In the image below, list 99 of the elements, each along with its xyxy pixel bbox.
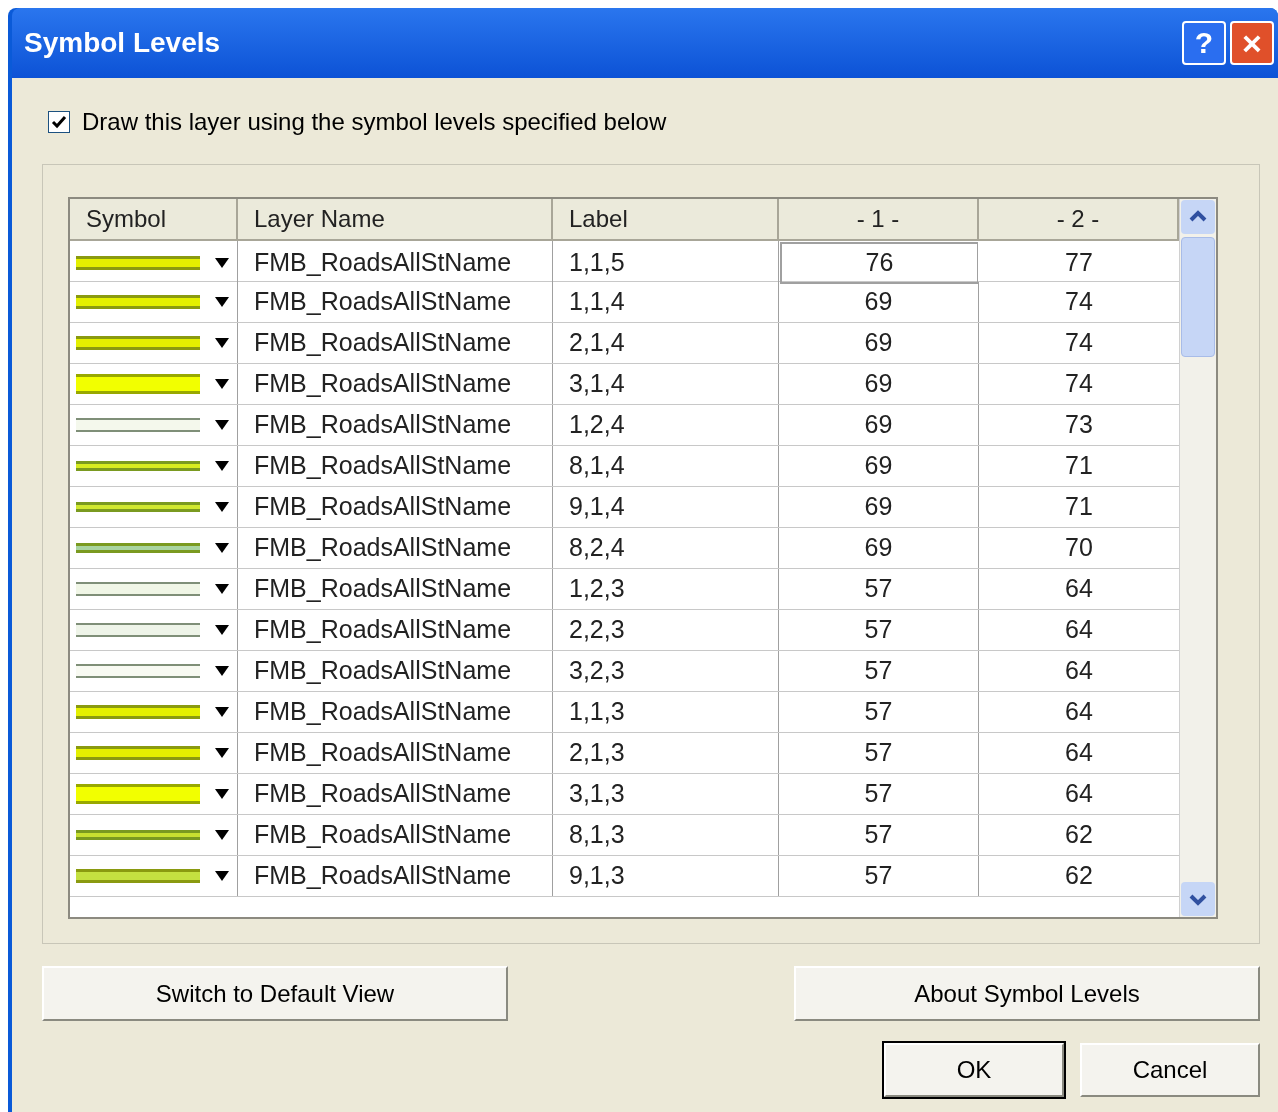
ok-button[interactable]: OK	[884, 1043, 1064, 1097]
table-cell: FMB_RoadsAllStName	[238, 405, 553, 445]
level-cell[interactable]: 74	[979, 282, 1179, 322]
about-button[interactable]: About Symbol Levels	[794, 966, 1260, 1021]
level-cell[interactable]: 57	[779, 610, 979, 650]
level-cell[interactable]: 57	[779, 815, 979, 855]
window-title: Symbol Levels	[24, 26, 221, 60]
table-cell: 8,1,4	[553, 446, 779, 486]
table-cell: 1,1,3	[553, 692, 779, 732]
dropdown-arrow-icon[interactable]	[215, 379, 229, 389]
dropdown-arrow-icon[interactable]	[215, 584, 229, 594]
level-cell[interactable]: 64	[979, 651, 1179, 691]
table-cell: 1,2,4	[553, 405, 779, 445]
level-cell[interactable]: 64	[979, 692, 1179, 732]
level-cell[interactable]: 64	[979, 569, 1179, 609]
table-cell: FMB_RoadsAllStName	[238, 364, 553, 404]
column-header[interactable]: - 1 -	[779, 199, 979, 241]
table-cell: 1,1,5	[553, 241, 779, 285]
help-button[interactable]: ?	[1182, 21, 1226, 65]
scroll-up-icon[interactable]	[1180, 199, 1216, 235]
dropdown-arrow-icon[interactable]	[215, 338, 229, 348]
dropdown-arrow-icon[interactable]	[215, 748, 229, 758]
table-cell: 8,1,3	[553, 815, 779, 855]
level-cell[interactable]: 69	[779, 446, 979, 486]
level-cell[interactable]: 76	[780, 242, 978, 284]
table-cell: 9,1,3	[553, 856, 779, 896]
checkbox-label: Draw this layer using the symbol levels specified below	[82, 107, 667, 137]
scroll-thumb[interactable]	[1181, 237, 1215, 357]
level-cell[interactable]: 77	[979, 241, 1179, 285]
table-cell: 8,2,4	[553, 528, 779, 568]
table-cell: FMB_RoadsAllStName	[238, 610, 553, 650]
table-cell: 2,1,4	[553, 323, 779, 363]
level-cell[interactable]: 74	[979, 364, 1179, 404]
scrollbar[interactable]	[1179, 199, 1216, 917]
level-cell[interactable]: 57	[779, 774, 979, 814]
level-cell[interactable]: 74	[979, 323, 1179, 363]
table-cell: FMB_RoadsAllStName	[238, 815, 553, 855]
table-cell: FMB_RoadsAllStName	[238, 856, 553, 896]
dropdown-arrow-icon[interactable]	[215, 502, 229, 512]
table-cell: 3,1,3	[553, 774, 779, 814]
table-cell: FMB_RoadsAllStName	[238, 569, 553, 609]
dropdown-arrow-icon[interactable]	[215, 871, 229, 881]
level-cell[interactable]: 57	[779, 651, 979, 691]
cancel-button[interactable]: Cancel	[1080, 1043, 1260, 1097]
dropdown-arrow-icon[interactable]	[215, 543, 229, 553]
level-cell[interactable]: 57	[779, 569, 979, 609]
table-cell: FMB_RoadsAllStName	[238, 282, 553, 322]
table-cell: 1,2,3	[553, 569, 779, 609]
dropdown-arrow-icon[interactable]	[215, 420, 229, 430]
table-cell: 3,1,4	[553, 364, 779, 404]
table-cell: FMB_RoadsAllStName	[238, 692, 553, 732]
draw-levels-checkbox[interactable]	[48, 111, 70, 133]
level-cell[interactable]: 62	[979, 815, 1179, 855]
table-cell: FMB_RoadsAllStName	[238, 733, 553, 773]
table-cell: FMB_RoadsAllStName	[238, 528, 553, 568]
table-cell: 2,1,3	[553, 733, 779, 773]
close-button[interactable]: ×	[1230, 21, 1274, 65]
column-header[interactable]: Layer Name	[238, 199, 553, 241]
column-header[interactable]: Symbol	[70, 199, 238, 241]
level-cell[interactable]: 57	[779, 733, 979, 773]
level-cell[interactable]: 69	[779, 405, 979, 445]
switch-view-button[interactable]: Switch to Default View	[42, 966, 508, 1021]
column-header[interactable]: Label	[553, 199, 779, 241]
dropdown-arrow-icon[interactable]	[215, 625, 229, 635]
table-cell: 3,2,3	[553, 651, 779, 691]
table-cell: 9,1,4	[553, 487, 779, 527]
level-cell[interactable]: 73	[979, 405, 1179, 445]
table-cell: 1,1,4	[553, 282, 779, 322]
level-cell[interactable]: 71	[979, 487, 1179, 527]
level-cell[interactable]: 57	[779, 692, 979, 732]
level-cell[interactable]: 57	[779, 856, 979, 896]
dropdown-arrow-icon[interactable]	[215, 257, 229, 268]
level-cell[interactable]: 69	[779, 364, 979, 404]
level-cell[interactable]: 69	[779, 323, 979, 363]
level-cell[interactable]: 71	[979, 446, 1179, 486]
scroll-down-icon[interactable]	[1180, 881, 1216, 917]
table-cell: 2,2,3	[553, 610, 779, 650]
dropdown-arrow-icon[interactable]	[215, 666, 229, 676]
level-cell[interactable]: 64	[979, 733, 1179, 773]
dropdown-arrow-icon[interactable]	[215, 297, 229, 307]
dropdown-arrow-icon[interactable]	[215, 789, 229, 799]
level-cell[interactable]: 64	[979, 774, 1179, 814]
table-cell: FMB_RoadsAllStName	[238, 323, 553, 363]
level-cell[interactable]: 64	[979, 610, 1179, 650]
table-cell: FMB_RoadsAllStName	[238, 651, 553, 691]
table-cell: FMB_RoadsAllStName	[238, 774, 553, 814]
column-header[interactable]: - 2 -	[979, 199, 1179, 241]
table-cell: FMB_RoadsAllStName	[238, 446, 553, 486]
level-cell[interactable]: 69	[779, 487, 979, 527]
checkmark-icon	[51, 114, 67, 130]
level-cell[interactable]: 69	[779, 528, 979, 568]
dropdown-arrow-icon[interactable]	[215, 461, 229, 471]
dropdown-arrow-icon[interactable]	[215, 707, 229, 717]
table-cell: FMB_RoadsAllStName	[238, 241, 553, 285]
level-cell[interactable]: 69	[779, 282, 979, 322]
dropdown-arrow-icon[interactable]	[215, 830, 229, 840]
level-cell[interactable]: 70	[979, 528, 1179, 568]
table-cell: FMB_RoadsAllStName	[238, 487, 553, 527]
level-cell[interactable]: 62	[979, 856, 1179, 896]
